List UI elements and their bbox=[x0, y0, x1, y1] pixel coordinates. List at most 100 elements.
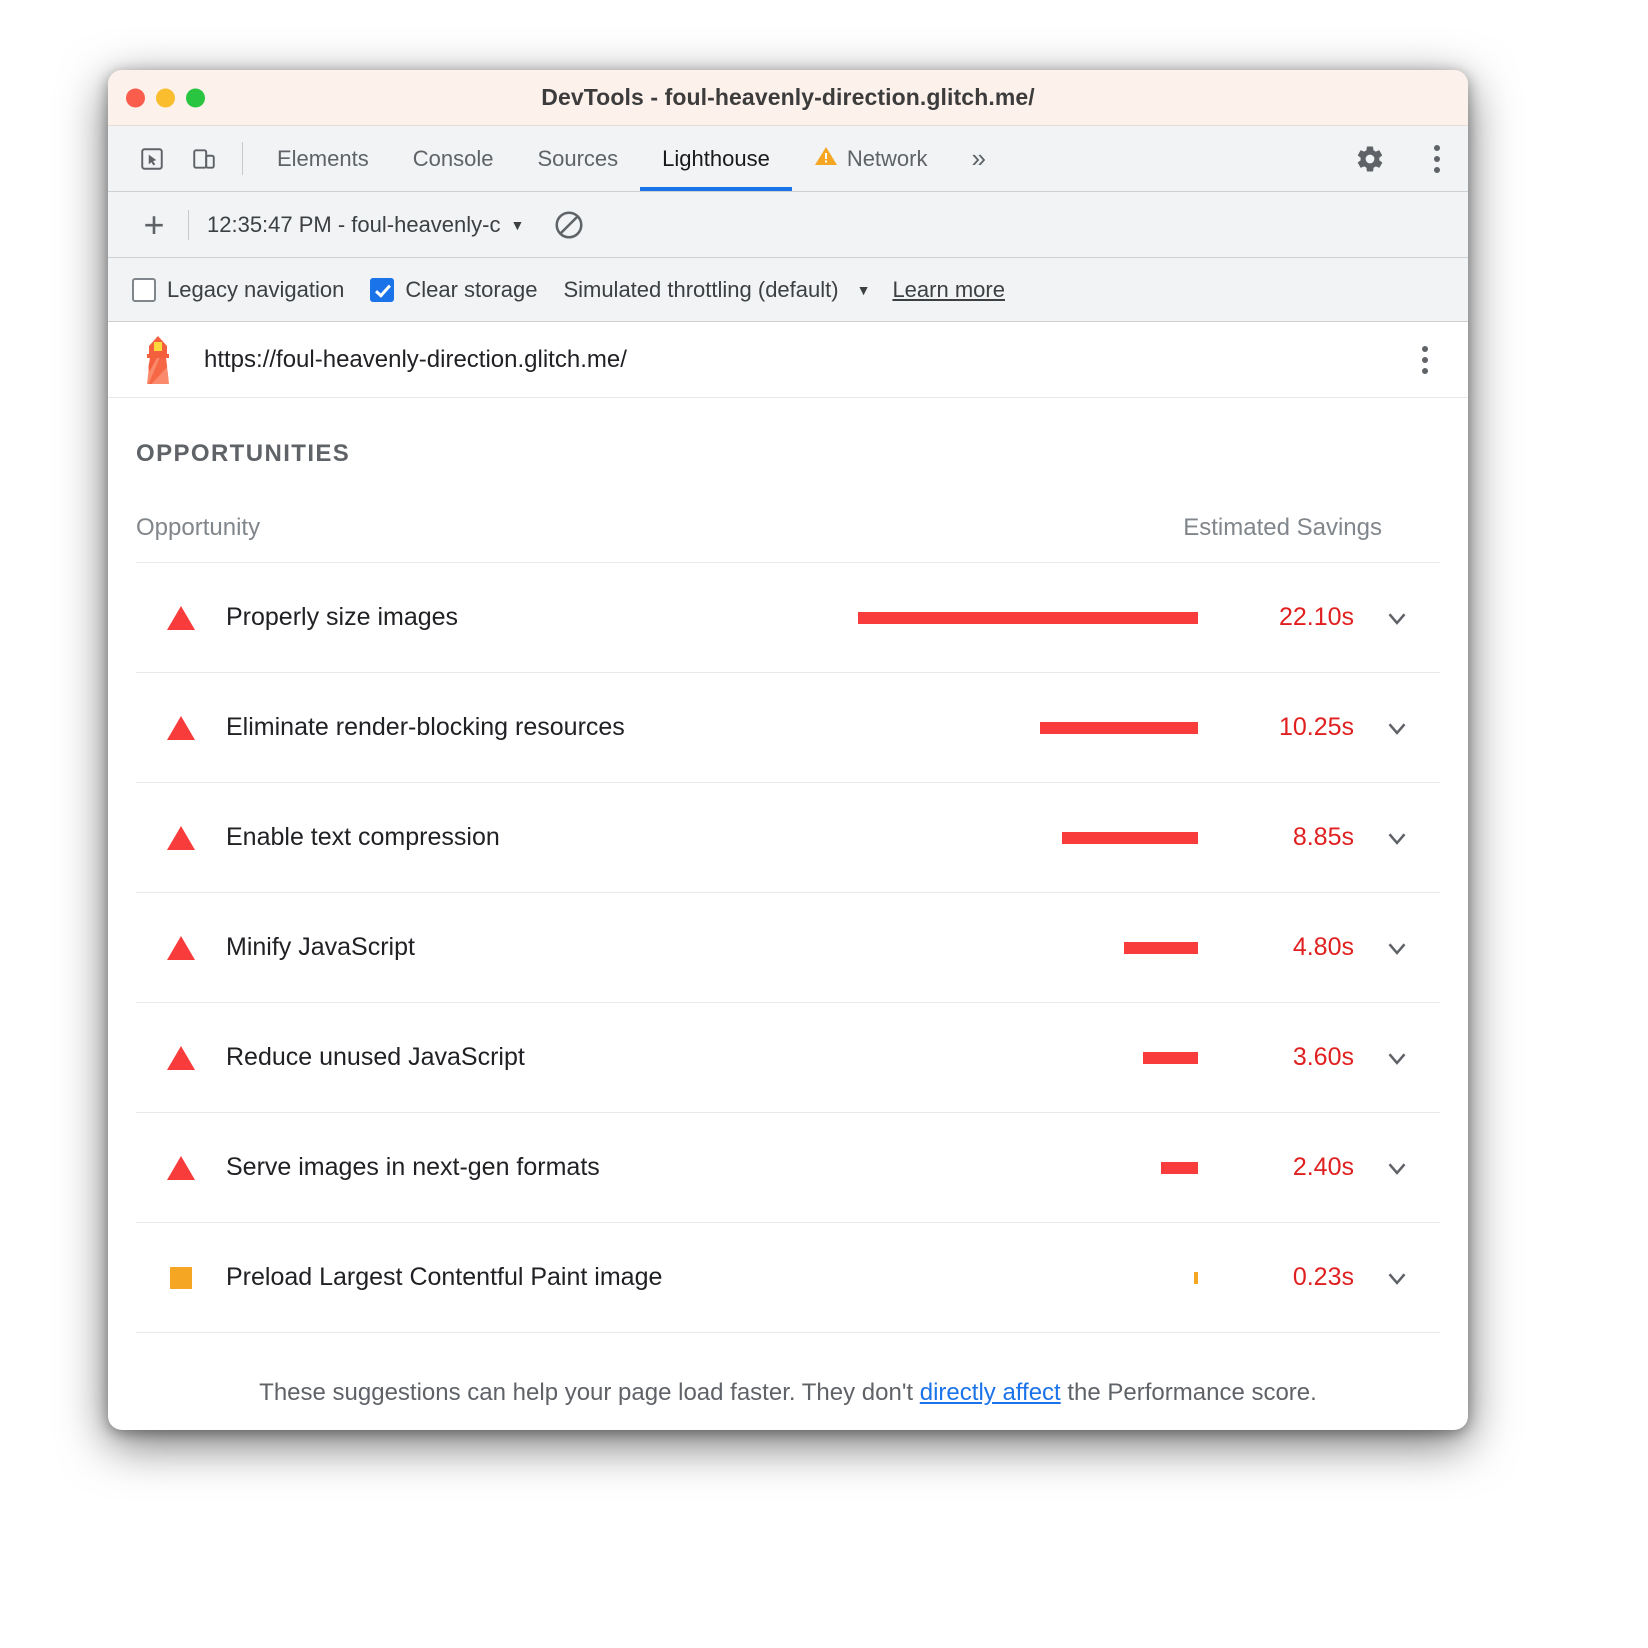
column-header-opportunity: Opportunity bbox=[136, 514, 1183, 542]
severity-icon-cell bbox=[136, 1156, 226, 1180]
tab-lighthouse-label: Lighthouse bbox=[662, 146, 770, 172]
tab-sources-label: Sources bbox=[537, 146, 618, 172]
severity-icon-cell bbox=[136, 1046, 226, 1070]
savings-value: 22.10s bbox=[1204, 603, 1354, 632]
savings-bar-cell bbox=[804, 942, 1204, 954]
device-toolbar-icon[interactable] bbox=[178, 126, 230, 191]
table-row[interactable]: Minify JavaScript4.80s bbox=[136, 893, 1440, 1003]
lighthouse-report-body: OPPORTUNITIES Opportunity Estimated Savi… bbox=[108, 398, 1468, 1407]
table-row[interactable]: Reduce unused JavaScript3.60s bbox=[136, 1003, 1440, 1113]
window-traffic-lights[interactable] bbox=[126, 88, 205, 107]
devtools-kebab-menu-icon[interactable] bbox=[1398, 126, 1454, 192]
runbar-divider bbox=[188, 210, 189, 240]
tab-console-label: Console bbox=[413, 146, 494, 172]
close-window-button[interactable] bbox=[126, 88, 145, 107]
legacy-navigation-label: Legacy navigation bbox=[167, 277, 344, 303]
minimize-window-button[interactable] bbox=[156, 88, 175, 107]
kebab-dot bbox=[1422, 357, 1428, 363]
fail-triangle-icon bbox=[167, 1046, 195, 1070]
savings-bar-cell bbox=[804, 1162, 1204, 1174]
devtools-window: DevTools - foul-heavenly-direction.glitc… bbox=[108, 70, 1468, 1430]
kebab-dots bbox=[1420, 139, 1454, 179]
chevron-down-icon[interactable] bbox=[1354, 1263, 1440, 1293]
devtools-tabbar: Elements Console Sources Lighthouse bbox=[108, 126, 1468, 192]
savings-bar-cell bbox=[804, 722, 1204, 734]
table-row[interactable]: Enable text compression8.85s bbox=[136, 783, 1440, 893]
panel-tabs: Elements Console Sources Lighthouse bbox=[255, 126, 1008, 191]
opportunities-table-header: Opportunity Estimated Savings bbox=[136, 514, 1440, 563]
severity-icon-cell bbox=[136, 606, 226, 630]
chevron-down-icon[interactable] bbox=[1354, 1153, 1440, 1183]
clear-storage-checkbox-box[interactable] bbox=[370, 278, 394, 302]
savings-bar bbox=[1143, 1052, 1198, 1064]
warn-square-icon bbox=[170, 1267, 192, 1289]
inspect-icon[interactable] bbox=[126, 126, 178, 191]
gear-icon[interactable] bbox=[1342, 126, 1398, 192]
lighthouse-options-bar: Legacy navigation Clear storage Simulate… bbox=[108, 258, 1468, 322]
chevron-down-icon: ▼ bbox=[857, 282, 871, 298]
legacy-navigation-checkbox[interactable]: Legacy navigation bbox=[132, 277, 344, 303]
directly-affect-link[interactable]: directly affect bbox=[920, 1379, 1061, 1406]
screenshot-stage: DevTools - foul-heavenly-direction.glitc… bbox=[0, 0, 1648, 1648]
kebab-dot bbox=[1422, 368, 1428, 374]
chevron-down-icon[interactable] bbox=[1354, 713, 1440, 743]
severity-icon-cell bbox=[136, 716, 226, 740]
tabbar-divider bbox=[242, 142, 243, 175]
opportunity-label: Minify JavaScript bbox=[226, 933, 804, 962]
savings-bar bbox=[1124, 942, 1198, 954]
opportunity-label: Reduce unused JavaScript bbox=[226, 1043, 804, 1072]
savings-bar-cell bbox=[804, 612, 1204, 624]
window-title: DevTools - foul-heavenly-direction.glitc… bbox=[541, 84, 1035, 111]
savings-bar-cell bbox=[804, 832, 1204, 844]
savings-value: 2.40s bbox=[1204, 1153, 1354, 1182]
savings-bar bbox=[1194, 1272, 1198, 1284]
fail-triangle-icon bbox=[167, 606, 195, 630]
chevron-down-icon[interactable] bbox=[1354, 1043, 1440, 1073]
table-row[interactable]: Eliminate render-blocking resources10.25… bbox=[136, 673, 1440, 783]
clear-reports-button[interactable] bbox=[552, 208, 586, 242]
savings-bar bbox=[1161, 1162, 1198, 1174]
savings-bar bbox=[1062, 832, 1198, 844]
more-tabs-button[interactable]: » bbox=[950, 126, 1008, 191]
opportunity-label: Properly size images bbox=[226, 603, 804, 632]
opportunity-label: Eliminate render-blocking resources bbox=[226, 713, 804, 742]
tab-lighthouse[interactable]: Lighthouse bbox=[640, 126, 792, 191]
footnote-text-before: These suggestions can help your page loa… bbox=[259, 1379, 920, 1406]
report-kebab-menu-icon[interactable] bbox=[1408, 340, 1442, 380]
legacy-navigation-checkbox-box[interactable] bbox=[132, 278, 156, 302]
table-row[interactable]: Preload Largest Contentful Paint image0.… bbox=[136, 1223, 1440, 1333]
tab-elements[interactable]: Elements bbox=[255, 126, 391, 191]
tab-console[interactable]: Console bbox=[391, 126, 516, 191]
opportunities-table: Opportunity Estimated Savings Properly s… bbox=[136, 514, 1440, 1333]
fail-triangle-icon bbox=[167, 1156, 195, 1180]
report-select[interactable]: 12:35:47 PM - foul-heavenly-c ▼ bbox=[207, 212, 524, 238]
column-header-savings: Estimated Savings bbox=[1183, 514, 1440, 542]
chevron-down-icon[interactable] bbox=[1354, 603, 1440, 633]
chevron-down-icon[interactable] bbox=[1354, 933, 1440, 963]
savings-bar-cell bbox=[804, 1272, 1204, 1284]
kebab-dot bbox=[1434, 167, 1440, 173]
clear-storage-checkbox[interactable]: Clear storage bbox=[370, 277, 537, 303]
kebab-dot bbox=[1422, 346, 1428, 352]
new-report-button[interactable]: + bbox=[132, 207, 176, 243]
savings-bar bbox=[858, 612, 1198, 624]
report-url: https://foul-heavenly-direction.glitch.m… bbox=[204, 346, 627, 374]
table-row[interactable]: Serve images in next-gen formats2.40s bbox=[136, 1113, 1440, 1223]
lighthouse-runbar: + 12:35:47 PM - foul-heavenly-c ▼ bbox=[108, 192, 1468, 258]
tab-network[interactable]: Network bbox=[792, 126, 950, 191]
chevron-down-icon: ▼ bbox=[511, 217, 525, 233]
severity-icon-cell bbox=[136, 936, 226, 960]
severity-icon-cell bbox=[136, 1267, 226, 1289]
zoom-window-button[interactable] bbox=[186, 88, 205, 107]
clear-storage-label: Clear storage bbox=[405, 277, 537, 303]
learn-more-link[interactable]: Learn more bbox=[892, 277, 1005, 303]
opportunities-rows: Properly size images 22.10s Eliminate rend… bbox=[136, 563, 1440, 1333]
savings-bar bbox=[1040, 722, 1198, 734]
lighthouse-icon bbox=[136, 334, 180, 386]
throttling-select[interactable]: Simulated throttling (default) ▼ bbox=[563, 277, 870, 303]
fail-triangle-icon bbox=[167, 716, 195, 740]
tab-sources[interactable]: Sources bbox=[515, 126, 640, 191]
table-row[interactable]: Properly size images 22.10s bbox=[136, 563, 1440, 673]
chevron-down-icon[interactable] bbox=[1354, 823, 1440, 853]
tab-network-label: Network bbox=[847, 146, 928, 172]
